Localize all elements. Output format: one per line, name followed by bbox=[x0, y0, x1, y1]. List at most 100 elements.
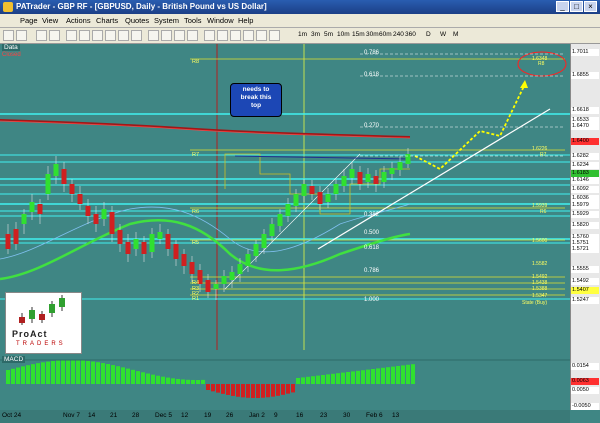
toolbar-button[interactable] bbox=[174, 30, 185, 41]
toolbar-button[interactable] bbox=[217, 30, 228, 41]
toolbar-button[interactable] bbox=[187, 30, 198, 41]
proact-logo: ProAct TRADERS bbox=[5, 292, 82, 354]
price-chart[interactable] bbox=[0, 44, 570, 410]
toolbar-button[interactable] bbox=[49, 30, 60, 41]
candle-body bbox=[285, 204, 291, 216]
fib-label: 1.000 bbox=[364, 297, 380, 303]
timeframe-240[interactable]: 240 bbox=[393, 31, 404, 38]
macd-bar bbox=[21, 366, 25, 384]
candle-body bbox=[125, 242, 131, 254]
menu-tools[interactable]: Tools bbox=[184, 16, 202, 25]
toolbar-button[interactable] bbox=[16, 30, 27, 41]
toolbar-button[interactable] bbox=[256, 30, 267, 41]
menu-system[interactable]: System bbox=[154, 16, 179, 25]
crosshair-tool-button[interactable] bbox=[66, 30, 77, 41]
data-panel-label: Data bbox=[2, 44, 20, 51]
price-tick: 1.5407 bbox=[571, 287, 599, 294]
date-tick: Feb 6 bbox=[366, 412, 383, 419]
price-tick: 1.6092 bbox=[571, 186, 599, 193]
toolbar-button[interactable] bbox=[92, 30, 103, 41]
candle-body bbox=[229, 272, 235, 280]
toolbar-button[interactable] bbox=[36, 30, 47, 41]
macd-bar bbox=[211, 384, 215, 392]
chart-area[interactable] bbox=[0, 44, 600, 423]
price-tick: 1.5492 bbox=[571, 278, 599, 285]
macd-bar bbox=[396, 366, 400, 384]
menu-window[interactable]: Window bbox=[207, 16, 234, 25]
toolbar-button[interactable] bbox=[230, 30, 241, 41]
macd-bar bbox=[351, 371, 355, 384]
timeframe-5m[interactable]: 5m bbox=[324, 31, 333, 38]
date-tick: Jan 2 bbox=[249, 412, 265, 419]
toolbar: 1m 3m 5m 10m 15m 30m 60m 240 360 D W M bbox=[0, 28, 600, 44]
fib-label: 0.500 bbox=[364, 230, 380, 236]
price-tick: 1.5555 bbox=[571, 266, 599, 273]
timeframe-monthly[interactable]: M bbox=[453, 31, 458, 38]
timeframe-30m[interactable]: 30m bbox=[366, 31, 379, 38]
macd-bar bbox=[321, 375, 325, 384]
candle-body bbox=[245, 254, 251, 266]
candle-body bbox=[69, 184, 75, 194]
close-button[interactable]: × bbox=[584, 1, 597, 12]
menu-page[interactable]: Page bbox=[20, 16, 38, 25]
candle-body bbox=[37, 204, 43, 214]
candle-body bbox=[221, 276, 227, 284]
pivot-label-r7: R7 bbox=[192, 152, 200, 158]
timeframe-10m[interactable]: 10m bbox=[337, 31, 350, 38]
timeframe-daily[interactable]: D bbox=[426, 31, 431, 38]
pivot-label-r8: R8 bbox=[192, 59, 200, 65]
macd-bar bbox=[111, 365, 115, 384]
date-tick: 21 bbox=[110, 412, 118, 419]
price-tick: 1.5721 bbox=[571, 246, 599, 253]
date-tick: 14 bbox=[88, 412, 96, 419]
macd-bar bbox=[271, 384, 275, 397]
menu-help[interactable]: Help bbox=[238, 16, 253, 25]
maximize-button[interactable]: □ bbox=[570, 1, 583, 12]
logo-candles-icon bbox=[19, 295, 65, 325]
toolbar-button[interactable] bbox=[118, 30, 129, 41]
candle-body bbox=[53, 164, 59, 176]
toolbar-button[interactable] bbox=[204, 30, 215, 41]
toolbar-button[interactable] bbox=[3, 30, 14, 41]
macd-bar bbox=[246, 384, 250, 398]
candle-body bbox=[365, 174, 371, 182]
macd-bar bbox=[341, 372, 345, 384]
timeframe-weekly[interactable]: W bbox=[440, 31, 446, 38]
menu-charts[interactable]: Charts bbox=[96, 16, 118, 25]
macd-bar bbox=[41, 362, 45, 384]
menu-actions[interactable]: Actions bbox=[66, 16, 91, 25]
toolbar-button[interactable] bbox=[131, 30, 142, 41]
timeframe-1m[interactable]: 1m bbox=[298, 31, 307, 38]
candle-body bbox=[29, 202, 35, 212]
timeframe-15m[interactable]: 15m bbox=[352, 31, 365, 38]
toolbar-button[interactable] bbox=[243, 30, 254, 41]
fib-label: 0.618 bbox=[364, 72, 380, 78]
macd-bar bbox=[366, 369, 370, 384]
toolbar-button[interactable] bbox=[161, 30, 172, 41]
toolbar-button[interactable] bbox=[105, 30, 116, 41]
toolbar-button[interactable] bbox=[269, 30, 280, 41]
candle-body bbox=[181, 254, 187, 266]
macd-bar bbox=[326, 374, 330, 384]
date-tick: 12 bbox=[181, 412, 189, 419]
menu-quotes[interactable]: Quotes bbox=[125, 16, 149, 25]
candle-body bbox=[45, 174, 51, 194]
toolbar-button[interactable] bbox=[148, 30, 159, 41]
toolbar-button[interactable] bbox=[79, 30, 90, 41]
menu-view[interactable]: View bbox=[42, 16, 58, 25]
candle-body bbox=[165, 234, 171, 249]
candle-body bbox=[101, 209, 107, 219]
minimize-button[interactable]: _ bbox=[556, 1, 569, 12]
date-tick: 23 bbox=[320, 412, 328, 419]
timeframe-60m[interactable]: 60m bbox=[379, 31, 392, 38]
macd-bar bbox=[231, 384, 235, 396]
level-label: R8 bbox=[538, 61, 545, 67]
timeframe-360[interactable]: 360 bbox=[405, 31, 416, 38]
window-title: PATrader - GBP RF - [GBPUSD, Daily - Bri… bbox=[16, 2, 267, 11]
timeframe-3m[interactable]: 3m bbox=[311, 31, 320, 38]
macd-bar bbox=[336, 373, 340, 384]
macd-bar bbox=[251, 384, 255, 398]
candle-body bbox=[405, 154, 411, 164]
candle-body bbox=[85, 206, 91, 216]
macd-bar bbox=[16, 367, 20, 384]
